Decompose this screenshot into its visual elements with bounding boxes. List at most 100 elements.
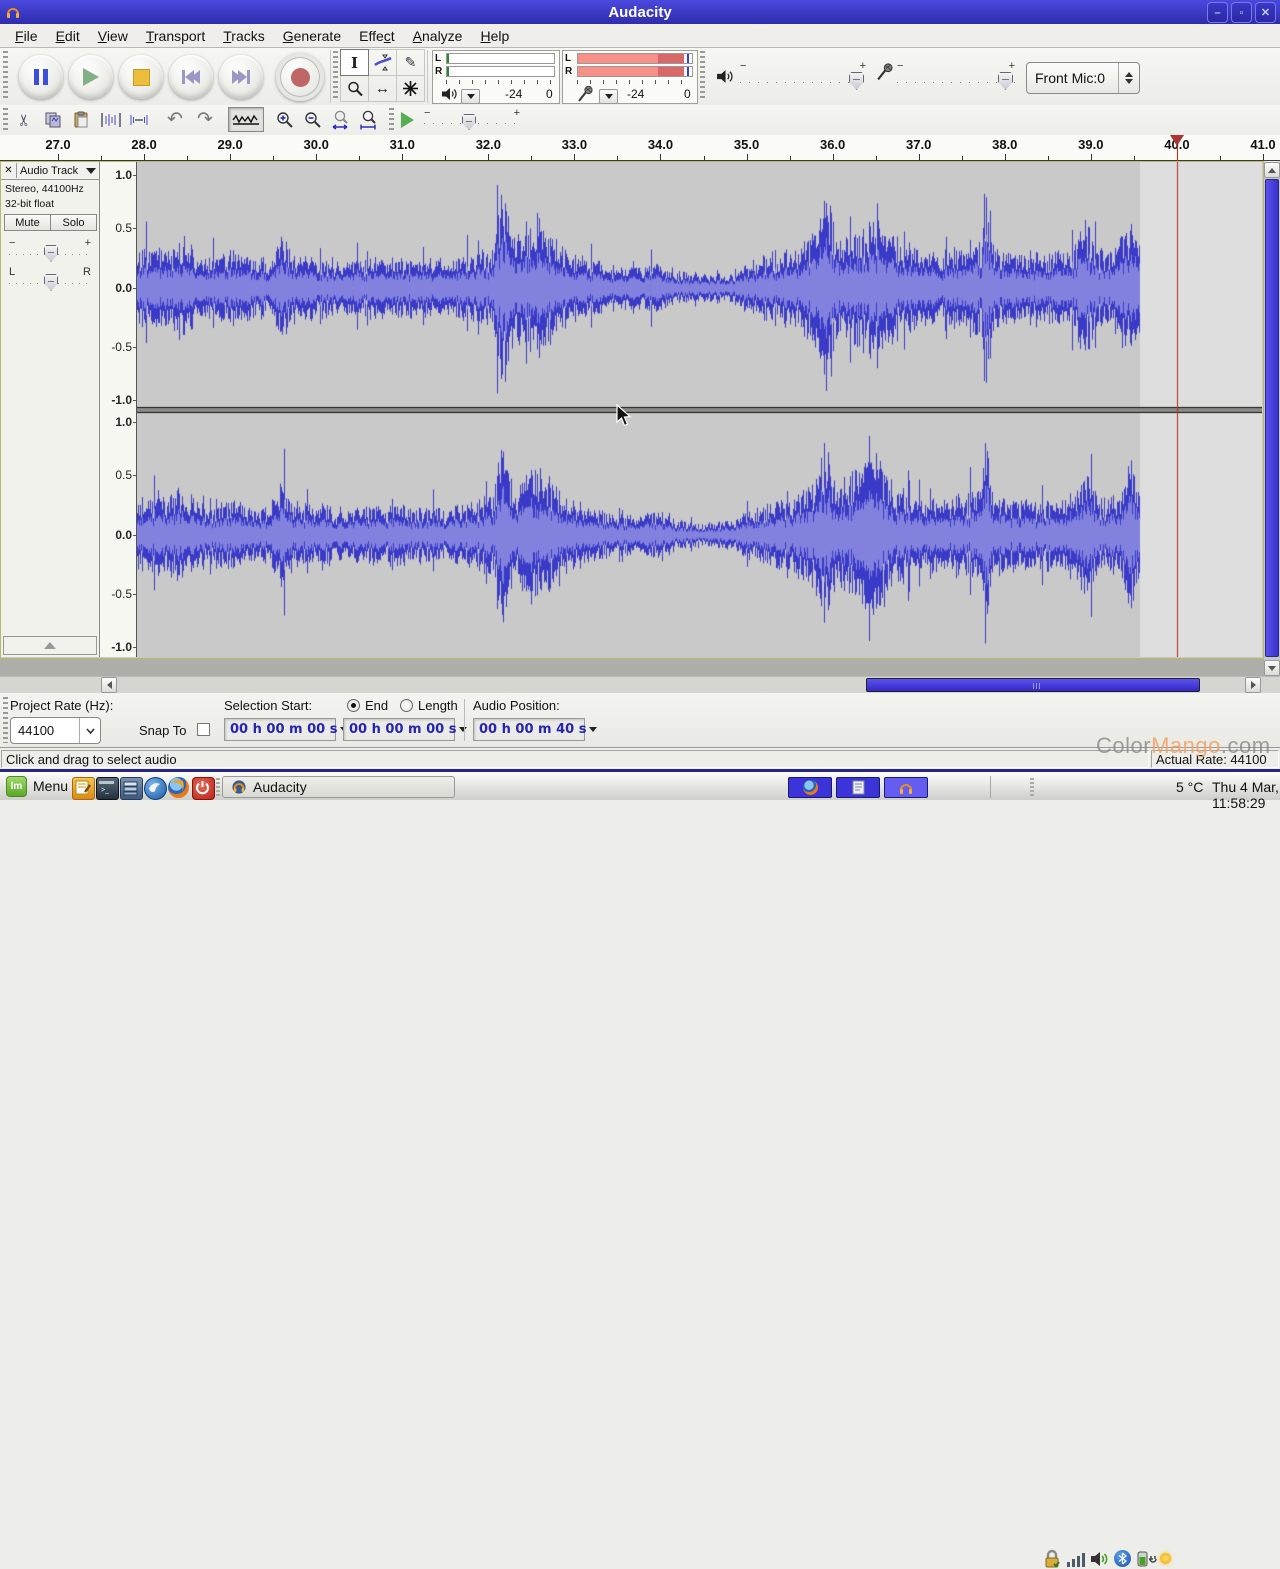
- draw-tool-button[interactable]: ✎: [396, 49, 425, 76]
- mute-button[interactable]: Mute: [4, 214, 51, 231]
- record-button[interactable]: [276, 53, 324, 101]
- hscroll-left-button[interactable]: [101, 677, 117, 693]
- menu-tracks[interactable]: Tracks: [214, 26, 274, 46]
- playback-speed-slider[interactable]: − +: [424, 109, 520, 131]
- zoom-out-button[interactable]: [300, 107, 326, 132]
- menu-help[interactable]: Help: [471, 26, 518, 46]
- zoom-tool-button[interactable]: [340, 75, 369, 102]
- text-editor-launcher[interactable]: [72, 777, 95, 800]
- pan-slider[interactable]: L R: [9, 267, 91, 293]
- skip-to-end-button[interactable]: [219, 55, 263, 99]
- project-rate-combo[interactable]: 44100: [10, 717, 101, 744]
- input-volume-thumb[interactable]: [998, 72, 1013, 90]
- timeline-ruler[interactable]: 27.028.029.030.031.032.033.034.035.036.0…: [0, 135, 1280, 161]
- track-close-button[interactable]: ✕: [1, 163, 17, 178]
- envelope-tool-button[interactable]: [368, 49, 397, 76]
- multi-tool-button[interactable]: [396, 75, 425, 102]
- close-button[interactable]: ✕: [1255, 2, 1276, 23]
- menu-analyze[interactable]: Analyze: [404, 26, 472, 46]
- track-collapse-button[interactable]: [3, 636, 97, 655]
- skip-to-start-button[interactable]: [169, 55, 213, 99]
- mini-window-document[interactable]: [836, 777, 880, 798]
- solo-button[interactable]: Solo: [50, 214, 97, 231]
- terminal-launcher[interactable]: >_: [96, 777, 119, 800]
- clock[interactable]: Thu 4 Mar, 11:58:29: [1212, 779, 1280, 811]
- pause-button[interactable]: [19, 55, 63, 99]
- paste-button[interactable]: [68, 107, 94, 132]
- keyring-lock-icon[interactable]: [1042, 1549, 1062, 1569]
- menu-edit[interactable]: Edit: [47, 26, 89, 46]
- zoom-in-button[interactable]: [272, 107, 298, 132]
- selection-end-field[interactable]: 00 h 00 m 00 s: [343, 718, 455, 741]
- copy-button[interactable]: [40, 107, 66, 132]
- audio-position-field[interactable]: 00 h 00 m 40 s: [473, 718, 585, 741]
- network-signal-icon[interactable]: [1066, 1549, 1086, 1569]
- hscroll-right-button[interactable]: [1245, 677, 1261, 693]
- transport-toolbar-grip[interactable]: [3, 51, 8, 101]
- fit-project-button[interactable]: [356, 107, 382, 132]
- vertical-ruler[interactable]: 1.00.50.0-0.5-1.01.00.50.0-0.5-1.0: [100, 162, 137, 657]
- time-shift-tool-button[interactable]: ↔: [368, 75, 397, 102]
- minimize-button[interactable]: –: [1207, 2, 1228, 23]
- menu-effect[interactable]: Effect: [350, 26, 404, 46]
- mini-window-audacity[interactable]: [884, 777, 928, 798]
- maximize-button[interactable]: ▫: [1231, 2, 1252, 23]
- bluetooth-icon[interactable]: [1114, 1550, 1131, 1567]
- audacity-task-button[interactable]: Audacity: [222, 776, 455, 798]
- mini-window-firefox[interactable]: [788, 777, 832, 798]
- menu-view[interactable]: View: [89, 26, 137, 46]
- firefox-launcher[interactable]: [168, 777, 189, 798]
- field-dropdown-icon[interactable]: [589, 727, 597, 732]
- play-at-speed-button[interactable]: [394, 107, 420, 132]
- recording-meter[interactable]: L R -24 0: [562, 50, 698, 104]
- tools-toolbar-grip[interactable]: [333, 51, 338, 101]
- vertical-scrollbar[interactable]: [1264, 162, 1280, 676]
- track-control-panel[interactable]: ✕ Audio Track Stereo, 44100Hz 32-bit flo…: [1, 162, 100, 657]
- cut-button[interactable]: ✂: [12, 107, 38, 132]
- redo-button[interactable]: ↷: [192, 107, 218, 132]
- hscroll-thumb[interactable]: [866, 678, 1200, 692]
- silence-audio-button[interactable]: [126, 107, 152, 132]
- output-volume-thumb[interactable]: [849, 72, 864, 90]
- mint-menu-icon[interactable]: lm: [6, 776, 27, 797]
- length-radio[interactable]: [400, 699, 413, 712]
- project-rate-dropdown[interactable]: [79, 718, 100, 743]
- vscroll-thumb[interactable]: [1265, 179, 1279, 657]
- selection-start-field[interactable]: 00 h 00 m 00 s: [224, 718, 336, 741]
- trim-audio-button[interactable]: [98, 107, 124, 132]
- volume-tray-icon[interactable]: [1090, 1549, 1112, 1569]
- gain-thumb[interactable]: [44, 245, 58, 262]
- battery-power-icon[interactable]: [1136, 1549, 1158, 1569]
- menu-file[interactable]: File: [6, 26, 47, 46]
- title-bar[interactable]: Audacity – ▫ ✕: [0, 0, 1280, 24]
- vscroll-down-button[interactable]: [1264, 660, 1280, 676]
- snap-to-checkbox[interactable]: [197, 723, 210, 736]
- stop-button[interactable]: [119, 55, 163, 99]
- fit-selection-button[interactable]: [328, 107, 354, 132]
- selection-toolbar-grip[interactable]: [3, 697, 8, 743]
- file-manager-launcher[interactable]: [120, 777, 143, 800]
- playback-meter-dropdown[interactable]: [461, 89, 480, 104]
- play-button[interactable]: [69, 55, 113, 99]
- thunderbird-launcher[interactable]: [144, 777, 167, 800]
- horizontal-scrollbar[interactable]: [0, 676, 1280, 693]
- waveform-canvas[interactable]: [137, 162, 1262, 657]
- end-radio[interactable]: [347, 699, 360, 712]
- menu-generate[interactable]: Generate: [274, 26, 350, 46]
- menu-button[interactable]: Menu: [33, 778, 68, 794]
- menu-transport[interactable]: Transport: [137, 26, 214, 46]
- selection-tool-button[interactable]: I: [340, 49, 369, 76]
- playback-speed-thumb[interactable]: [462, 114, 476, 130]
- input-device-spinner[interactable]: [1118, 63, 1139, 93]
- playback-meter[interactable]: L R -24 0: [432, 50, 560, 104]
- gain-slider[interactable]: − +: [9, 238, 91, 264]
- undo-button[interactable]: ↶: [162, 107, 188, 132]
- sync-lock-button[interactable]: [228, 107, 264, 132]
- weather-sun-icon[interactable]: [1160, 1553, 1171, 1564]
- record-playhead-marker[interactable]: [1170, 135, 1184, 146]
- shutdown-launcher[interactable]: [192, 777, 215, 800]
- output-volume-slider[interactable]: − +: [740, 62, 866, 92]
- pan-thumb[interactable]: [44, 274, 58, 291]
- edit-toolbar-grip[interactable]: [3, 108, 8, 132]
- input-volume-slider[interactable]: − +: [897, 62, 1015, 92]
